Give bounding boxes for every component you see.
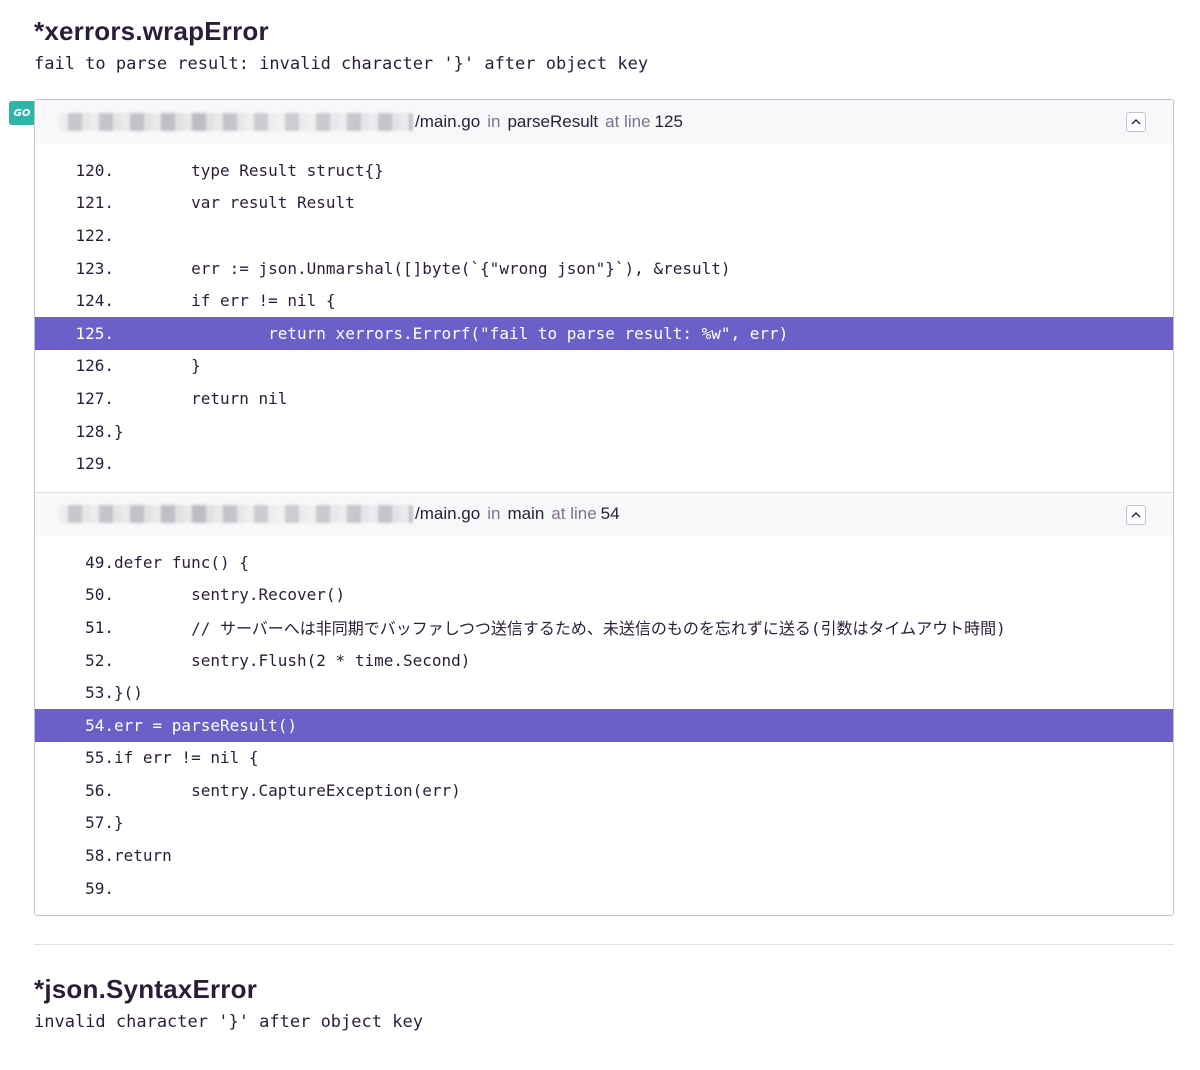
active-code-line: 125. return xerrors.Errorf("fail to pars… [35, 316, 1173, 350]
line-source: return [114, 846, 172, 866]
exception-2: *json.SyntaxError invalid character '}' … [34, 972, 1175, 1034]
divider [34, 944, 1174, 945]
line-source: return xerrors.Errorf("fail to parse res… [114, 323, 789, 343]
code-line: 128. } [35, 415, 1173, 448]
frame-filename: /main.go [415, 504, 481, 524]
line-number: 54. [85, 715, 114, 735]
chevron-up-icon [1131, 119, 1141, 125]
line-source: err := json.Unmarshal([]byte(`{"wrong js… [114, 258, 731, 278]
chevron-up-icon [1131, 511, 1141, 518]
code-line: 49. defer func() { [35, 546, 1173, 579]
frame-function: parseResult [507, 112, 599, 131]
exception-type: *json.SyntaxError [34, 974, 258, 1004]
line-number: 125. [75, 323, 114, 343]
line-number: 129. [75, 454, 114, 474]
stacktrace: /main.go in parseResult at line 125 120.… [34, 99, 1174, 916]
exception-value: fail to parse result: invalid character … [34, 54, 649, 74]
line-source: } [114, 356, 201, 376]
line-number: 58. [85, 846, 114, 866]
code-line: 57. } [35, 807, 1173, 840]
code-context: 120. type Result struct{} 121. var result… [35, 144, 1173, 492]
code-line: 121. var result Result [35, 187, 1173, 220]
frame-in-label: in [487, 112, 501, 131]
line-number: 51. [85, 617, 114, 637]
line-number: 122. [75, 225, 114, 245]
line-number: 49. [85, 552, 114, 572]
exception-1: *xerrors.wrapError fail to parse result:… [34, 14, 1175, 76]
code-line: 129. [35, 447, 1173, 480]
line-number: 59. [85, 878, 114, 898]
frame-lineno: 125 [654, 112, 683, 131]
code-line: 123. err := json.Unmarshal([]byte(`{"wro… [35, 252, 1173, 285]
frame-function: main [507, 504, 545, 524]
frame-filename: /main.go [415, 112, 481, 131]
frame-2: /main.go in main at line 54 49. defer fu… [35, 491, 1173, 915]
code-line: 50. sentry.Recover() [35, 579, 1173, 612]
code-line: 127. return nil [35, 382, 1173, 415]
code-line: 59. [35, 872, 1173, 905]
line-source: } [114, 421, 124, 441]
code-line: 126. } [35, 350, 1173, 383]
collapse-frame-button[interactable] [1126, 504, 1146, 525]
line-source: }() [114, 683, 143, 703]
code-line: 58. return [35, 839, 1173, 872]
exception-type: *xerrors.wrapError [34, 16, 269, 46]
frame-lineno: 54 [600, 504, 620, 524]
line-source: var result Result [114, 193, 355, 213]
code-line: 52. sentry.Flush(2 * time.Second) [35, 644, 1173, 677]
frame-header[interactable]: /main.go in main at line 54 [35, 491, 1173, 536]
redacted-path [59, 505, 413, 524]
line-source: type Result struct{} [114, 160, 384, 180]
code-line: 51. // サーバーへは非同期でバッファしつつ送信するため、未送信のものを忘れ… [35, 611, 1173, 644]
line-source: } [114, 813, 124, 833]
active-code-line: 54. err = parseResult() [35, 708, 1173, 742]
line-number: 57. [85, 813, 114, 833]
line-source: sentry.Flush(2 * time.Second) [114, 650, 471, 670]
line-source: // サーバーへは非同期でバッファしつつ送信するため、未送信のものを忘れずに送る… [114, 619, 1006, 639]
frame-header[interactable]: /main.go in parseResult at line 125 [35, 100, 1173, 144]
line-number: 120. [75, 160, 114, 180]
line-number: 55. [85, 748, 114, 768]
line-number: 124. [75, 291, 114, 311]
code-context: 49. defer func() {50. sentry.Recover() 51… [35, 536, 1173, 915]
line-number: 128. [75, 421, 114, 441]
code-line: 120. type Result struct{} [35, 154, 1173, 187]
code-line: 124. if err != nil { [35, 284, 1173, 317]
line-number: 127. [75, 388, 114, 408]
frame-at-line-label: at line [605, 112, 651, 131]
line-number: 50. [85, 585, 114, 605]
go-platform-badge: GO [9, 101, 35, 125]
line-number: 121. [75, 193, 114, 213]
collapse-frame-button[interactable] [1126, 112, 1146, 132]
line-source: sentry.CaptureException(err) [114, 780, 461, 800]
line-number: 56. [85, 780, 114, 800]
line-source: return nil [114, 388, 288, 408]
code-line: 56. sentry.CaptureException(err) [35, 774, 1173, 807]
code-line: 55. if err != nil { [35, 742, 1173, 775]
line-number: 52. [85, 650, 114, 670]
line-source: defer func() { [114, 552, 249, 572]
frame-1: /main.go in parseResult at line 125 120.… [35, 100, 1173, 492]
line-source: if err != nil { [114, 291, 336, 311]
line-number: 123. [75, 258, 114, 278]
exception-value: invalid character '}' after object key [34, 1012, 423, 1032]
code-line: 122. [35, 219, 1173, 252]
frame-in-label: in [487, 504, 501, 524]
line-source: sentry.Recover() [114, 585, 346, 605]
redacted-path [59, 113, 413, 131]
line-number: 53. [85, 683, 114, 703]
line-source: err = parseResult() [114, 715, 298, 735]
frame-at-line-label: at line [551, 504, 597, 524]
line-source: if err != nil { [114, 748, 259, 768]
line-number: 126. [75, 356, 114, 376]
code-line: 53. }() [35, 676, 1173, 709]
